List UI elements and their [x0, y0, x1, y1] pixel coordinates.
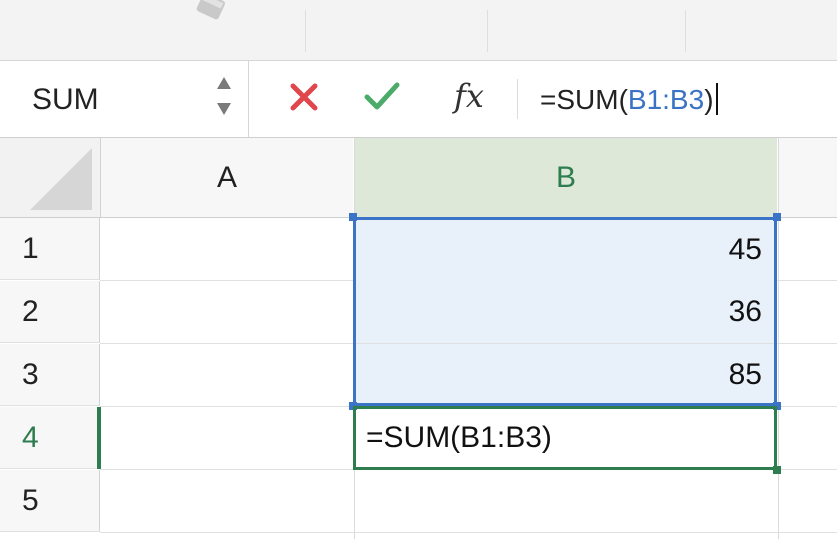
select-all-corner[interactable]	[0, 138, 101, 218]
formula-bar: SUM fx =SUM(B1:B3)	[0, 61, 837, 138]
paint-format-icon[interactable]	[190, 0, 230, 36]
fx-icon[interactable]: fx	[454, 77, 484, 115]
column-header-b[interactable]: B	[355, 138, 777, 218]
toolbar-separator	[305, 10, 306, 52]
formula-separator	[517, 79, 518, 119]
cell-b1[interactable]: 45	[356, 219, 774, 281]
range-handle[interactable]	[349, 213, 357, 221]
grid-line	[100, 532, 837, 533]
stepper-icon[interactable]	[214, 71, 234, 125]
range-handle[interactable]	[773, 213, 781, 221]
row-header-4[interactable]: 4	[0, 407, 101, 469]
toolbar-separator	[685, 10, 686, 52]
cell-b4-active[interactable]: =SUM(B1:B3)	[353, 406, 777, 470]
text-caret	[715, 83, 718, 115]
name-box-value: SUM	[32, 83, 99, 116]
name-box[interactable]: SUM	[0, 61, 249, 137]
formula-prefix: =SUM(	[540, 84, 628, 115]
cell-b4-formula: =SUM(B1:B3)	[366, 421, 552, 454]
row-header-5[interactable]: 5	[0, 470, 100, 532]
toolbar	[0, 0, 837, 61]
toolbar-separator	[487, 10, 488, 52]
enter-icon[interactable]	[362, 79, 402, 115]
grid-line	[354, 138, 355, 539]
fill-handle[interactable]	[773, 466, 781, 474]
grid-line	[778, 138, 779, 539]
cancel-icon[interactable]	[286, 79, 322, 115]
corner-triangle-icon	[30, 148, 92, 210]
formula-input[interactable]: =SUM(B1:B3)	[540, 83, 718, 116]
row-header-3[interactable]: 3	[0, 344, 100, 406]
cell-b2[interactable]: 36	[356, 281, 774, 343]
row-header-1[interactable]: 1	[0, 218, 100, 280]
row-header-2[interactable]: 2	[0, 281, 100, 343]
spreadsheet-grid: A B 1 2 3 4 5 45 36 85 =SUM(B1:B3)	[0, 138, 837, 539]
column-header-c[interactable]	[779, 138, 837, 218]
column-header-a[interactable]: A	[101, 138, 353, 218]
formula-range-ref: B1:B3	[627, 84, 705, 115]
formula-suffix: )	[704, 84, 714, 115]
cell-b3[interactable]: 85	[356, 344, 774, 406]
